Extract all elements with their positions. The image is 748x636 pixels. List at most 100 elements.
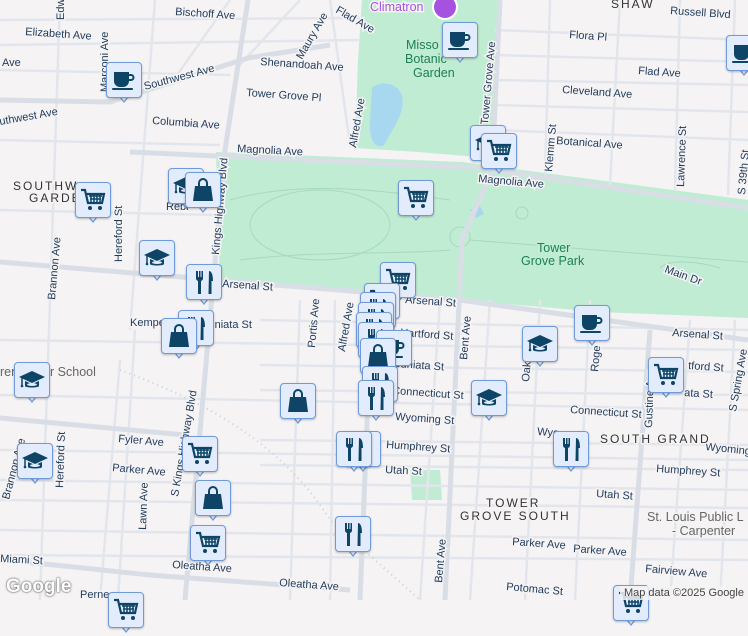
- coffee-cup-icon: [730, 39, 748, 67]
- marker-box: [182, 436, 218, 472]
- svg-text:Arsenal St: Arsenal St: [672, 327, 723, 343]
- marker-box: [14, 362, 50, 398]
- svg-text:ata St: ata St: [684, 387, 714, 401]
- map-marker-bag[interactable]: [185, 172, 221, 216]
- map-marker-coffee[interactable]: [442, 22, 478, 66]
- svg-text:Elizabeth Ave: Elizabeth Ave: [25, 26, 92, 43]
- shopping-cart-icon: [79, 186, 107, 214]
- marker-box: [471, 380, 507, 416]
- svg-text:Tower: Tower: [537, 241, 570, 255]
- map-marker-cart[interactable]: [108, 592, 144, 636]
- svg-text:Arsenal St: Arsenal St: [222, 278, 273, 294]
- marker-box: [106, 62, 142, 98]
- svg-text:Lawrence St: Lawrence St: [675, 126, 689, 188]
- graduation-cap-icon: [18, 366, 46, 394]
- map-attribution[interactable]: Map data ©2025 Google: [619, 586, 748, 600]
- marker-box: [75, 182, 111, 218]
- graduation-cap-icon: [143, 244, 171, 272]
- map-marker-food[interactable]: [336, 431, 372, 475]
- marker-box: [161, 318, 197, 354]
- map-marker-food[interactable]: [358, 380, 394, 424]
- shopping-cart-icon: [485, 137, 513, 165]
- svg-text:Parker Ave: Parker Ave: [112, 462, 166, 479]
- map-marker-cart[interactable]: [75, 182, 111, 226]
- map-marker-grad[interactable]: [17, 443, 53, 487]
- graduation-cap-icon: [21, 447, 49, 475]
- map-marker-cart[interactable]: [648, 357, 684, 401]
- svg-text:Miami St: Miami St: [0, 553, 43, 567]
- marker-box: [185, 172, 221, 208]
- svg-text:uthwest Ave: uthwest Ave: [0, 106, 59, 128]
- svg-text:St. Louis Public L: St. Louis Public L: [647, 510, 744, 524]
- svg-text:Perne: Perne: [80, 589, 109, 600]
- svg-text:Misso: Misso: [406, 38, 439, 52]
- svg-text:tford St: tford St: [688, 360, 724, 374]
- svg-text:Bent Ave: Bent Ave: [458, 316, 474, 361]
- svg-text:Fyler Ave: Fyler Ave: [118, 433, 165, 449]
- marker-box: [139, 240, 175, 276]
- svg-text:Parker Ave: Parker Ave: [512, 536, 566, 552]
- marker-box: [726, 35, 748, 71]
- svg-text:Climatron: Climatron: [370, 0, 424, 14]
- shopping-cart-icon: [402, 184, 430, 212]
- map-marker-food[interactable]: [335, 516, 371, 560]
- fork-knife-icon: [190, 268, 218, 296]
- svg-text:Fairview Ave: Fairview Ave: [645, 563, 708, 580]
- shopping-bag-icon: [165, 322, 193, 350]
- map-marker-cart[interactable]: [481, 133, 517, 177]
- svg-text:Roge: Roge: [589, 345, 603, 372]
- marker-box: [190, 525, 226, 561]
- map-marker-grad[interactable]: [139, 240, 175, 284]
- map-marker-grad[interactable]: [471, 380, 507, 424]
- marker-box: [522, 326, 558, 362]
- marker-box: [108, 592, 144, 628]
- map-marker-food[interactable]: [186, 264, 222, 308]
- svg-text:Utah St: Utah St: [385, 464, 422, 478]
- map-marker-food[interactable]: [553, 431, 589, 475]
- fork-knife-icon: [339, 520, 367, 548]
- map-marker-cart[interactable]: [398, 180, 434, 224]
- svg-text:GROVE SOUTH: GROVE SOUTH: [460, 509, 571, 523]
- svg-text:Botanic: Botanic: [405, 52, 447, 66]
- map-marker-grad[interactable]: [522, 326, 558, 370]
- marker-box: [553, 431, 589, 467]
- map-marker-coffee[interactable]: [106, 62, 142, 106]
- svg-text:Humphrey St: Humphrey St: [656, 463, 721, 479]
- marker-box: [335, 516, 371, 552]
- svg-text:Flad Ave: Flad Ave: [638, 65, 681, 80]
- svg-text:Utah St: Utah St: [596, 488, 633, 503]
- map-marker-bag[interactable]: [195, 480, 231, 524]
- shopping-cart-icon: [186, 440, 214, 468]
- svg-text:Ave: Ave: [2, 57, 21, 69]
- svg-text:Flora Pl: Flora Pl: [569, 29, 608, 44]
- map-marker-cart[interactable]: [190, 525, 226, 569]
- svg-text:S Spring Ave: S Spring Ave: [727, 348, 748, 413]
- marker-box: [398, 180, 434, 216]
- marker-box: [442, 22, 478, 58]
- coffee-cup-icon: [578, 309, 606, 337]
- shopping-bag-icon: [284, 387, 312, 415]
- marker-box: [574, 305, 610, 341]
- map-marker-grad[interactable]: [14, 362, 50, 406]
- graduation-cap-icon: [475, 384, 503, 412]
- google-logo[interactable]: Google: [6, 576, 71, 598]
- fork-knife-icon: [340, 435, 368, 463]
- svg-text:GARDE: GARDE: [29, 191, 82, 205]
- svg-text:Garden: Garden: [413, 66, 455, 80]
- shopping-bag-icon: [189, 176, 217, 204]
- svg-text:- Carpenter: - Carpenter: [672, 524, 735, 538]
- graduation-cap-icon: [526, 330, 554, 358]
- map-marker-cart[interactable]: [182, 436, 218, 480]
- fork-knife-icon: [362, 384, 390, 412]
- svg-text:Parker Ave: Parker Ave: [573, 543, 627, 559]
- svg-text:Southwest Ave: Southwest Ave: [143, 63, 216, 93]
- map-marker-coffee[interactable]: [574, 305, 610, 349]
- svg-text:Portis Ave: Portis Ave: [306, 298, 322, 348]
- map-marker-coffee[interactable]: [726, 35, 748, 79]
- coffee-cup-icon: [446, 26, 474, 54]
- map-marker-bag[interactable]: [280, 383, 316, 427]
- svg-text:S 39th St: S 39th St: [736, 149, 748, 195]
- svg-text:SOUTH GRAND: SOUTH GRAND: [600, 432, 711, 446]
- map-marker-bag[interactable]: [161, 318, 197, 362]
- svg-text:TOWER: TOWER: [486, 496, 540, 510]
